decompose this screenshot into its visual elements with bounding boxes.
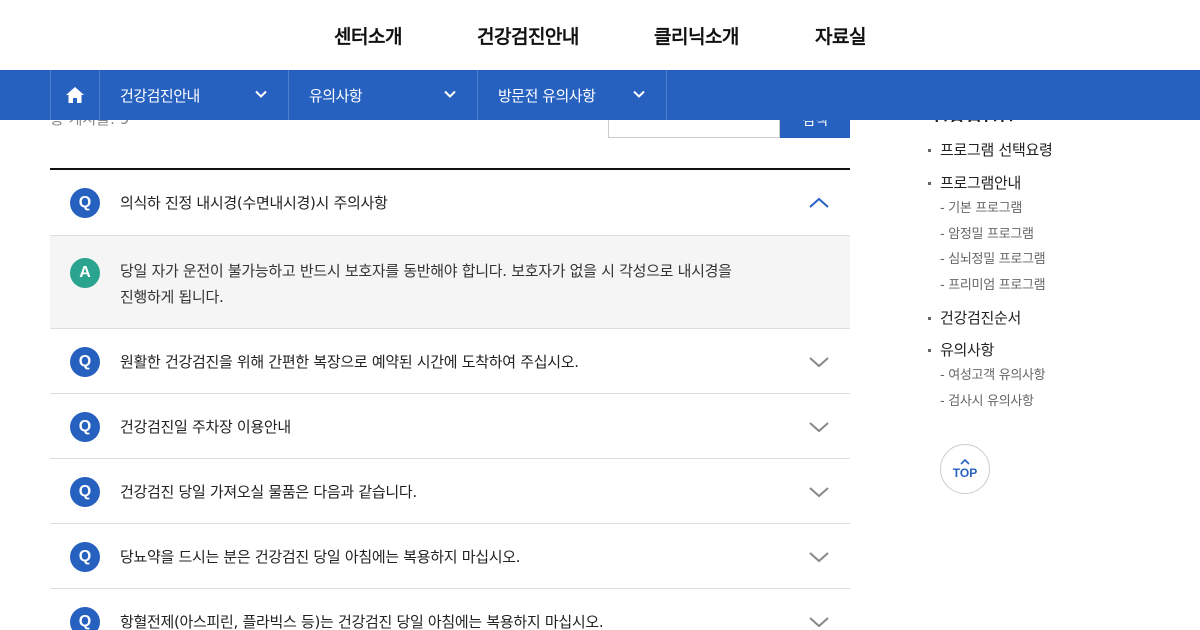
- scroll-top-button[interactable]: TOP: [940, 444, 990, 494]
- question-badge: Q: [70, 347, 100, 377]
- breadcrumb-level2-label: 유의사항: [309, 86, 363, 105]
- breadcrumb-level3-dropdown[interactable]: 방문전 유의사항: [478, 70, 667, 120]
- question-badge: Q: [70, 542, 100, 572]
- sidebar-subitem-exam-precautions[interactable]: - 검사시 유의사항: [928, 389, 1188, 415]
- chevron-down-icon[interactable]: [808, 351, 830, 373]
- faq-answer-text: 당일 자가 운전이 불가능하고 반드시 보호자를 동반해야 합니다. 보호자가 …: [120, 258, 770, 310]
- faq-question-text: 의식하 진정 내시경(수면내시경)시 주의사항: [120, 194, 388, 212]
- sidebar-subitem-cancer-program[interactable]: - 암정밀 프로그램: [928, 222, 1188, 248]
- question-badge: Q: [70, 477, 100, 507]
- sidebar-subitem-women-precautions[interactable]: - 여성고객 유의사항: [928, 363, 1188, 389]
- chevron-down-icon[interactable]: [808, 546, 830, 568]
- nav-item-resources[interactable]: 자료실: [815, 22, 866, 49]
- breadcrumb-level1-label: 건강검진안내: [120, 86, 200, 105]
- sidebar-subitem-premium-program[interactable]: - 프리미엄 프로그램: [928, 273, 1188, 299]
- faq-answer-line: 진행하게 됩니다.: [120, 288, 224, 306]
- top-navigation: 센터소개 건강검진안내 클리닉소개 자료실: [0, 0, 1200, 70]
- answer-badge: A: [70, 258, 100, 288]
- caret-up-icon: [960, 458, 970, 465]
- faq-question-row[interactable]: Q 건강검진 당일 가져오실 물품은 다음과 같습니다.: [50, 459, 850, 524]
- home-icon: [66, 87, 84, 103]
- faq-question-text: 원활한 건강검진을 위해 간편한 복장으로 예약된 시간에 도착하여 주십시오.: [120, 353, 579, 371]
- faq-question-row[interactable]: Q 당뇨약을 드시는 분은 건강검진 당일 아침에는 복용하지 마십시오.: [50, 524, 850, 589]
- chevron-down-icon: [255, 90, 267, 98]
- question-badge: Q: [70, 188, 100, 218]
- sidebar-item-program-selection[interactable]: 프로그램 선택요령: [928, 138, 1188, 163]
- faq-list: Q 의식하 진정 내시경(수면내시경)시 주의사항 A 당일 자가 운전이 불가…: [50, 168, 850, 630]
- chevron-down-icon: [633, 90, 645, 98]
- breadcrumb-level2-dropdown[interactable]: 유의사항: [289, 70, 478, 120]
- sidebar-item-precautions[interactable]: 유의사항: [928, 338, 1188, 363]
- nav-item-center-intro[interactable]: 센터소개: [334, 22, 402, 49]
- scroll-top-label: TOP: [952, 465, 978, 480]
- question-badge: Q: [70, 412, 100, 442]
- chevron-down-icon[interactable]: [808, 416, 830, 438]
- chevron-down-icon: [444, 90, 456, 98]
- sidebar-menu: 프로그램 선택요령 프로그램안내 - 기본 프로그램 - 암정밀 프로그램 - …: [928, 138, 1188, 414]
- nav-item-checkup-guide[interactable]: 건강검진안내: [477, 22, 579, 49]
- nav-item-clinic-intro[interactable]: 클리닉소개: [654, 22, 739, 49]
- faq-question-row[interactable]: Q 건강검진일 주차장 이용안내: [50, 394, 850, 459]
- breadcrumb-level3-label: 방문전 유의사항: [498, 86, 596, 105]
- sidebar-subitem-basic-program[interactable]: - 기본 프로그램: [928, 196, 1188, 222]
- chevron-down-icon[interactable]: [808, 611, 830, 630]
- faq-question-row[interactable]: Q 원활한 건강검진을 위해 간편한 복장으로 예약된 시간에 도착하여 주십시…: [50, 329, 850, 394]
- faq-answer-line: 당일 자가 운전이 불가능하고 반드시 보호자를 동반해야 합니다. 보호자가 …: [120, 262, 732, 280]
- breadcrumb-bar: 건강검진안내 유의사항 방문전 유의사항: [0, 70, 1200, 120]
- faq-answer-panel: A 당일 자가 운전이 불가능하고 반드시 보호자를 동반해야 합니다. 보호자…: [50, 236, 850, 329]
- question-badge: Q: [70, 607, 100, 630]
- chevron-down-icon[interactable]: [808, 481, 830, 503]
- faq-question-text: 건강검진 당일 가져오실 물품은 다음과 같습니다.: [120, 483, 417, 501]
- faq-question-text: 항혈전제(아스피린, 플라빅스 등)는 건강검진 당일 아침에는 복용하지 마십…: [120, 613, 604, 630]
- chevron-up-icon[interactable]: [808, 192, 830, 214]
- faq-question-row[interactable]: Q 의식하 진정 내시경(수면내시경)시 주의사항: [50, 170, 850, 236]
- faq-question-text: 당뇨약을 드시는 분은 건강검진 당일 아침에는 복용하지 마십시오.: [120, 548, 521, 566]
- sidebar-item-checkup-order[interactable]: 건강검진순서: [928, 306, 1188, 331]
- breadcrumb-level1-dropdown[interactable]: 건강검진안내: [100, 70, 289, 120]
- faq-question-row[interactable]: Q 항혈전제(아스피린, 플라빅스 등)는 건강검진 당일 아침에는 복용하지 …: [50, 589, 850, 630]
- sidebar-subitem-cardio-program[interactable]: - 심뇌정밀 프로그램: [928, 247, 1188, 273]
- faq-question-text: 건강검진일 주차장 이용안내: [120, 418, 291, 436]
- home-button[interactable]: [50, 70, 100, 120]
- sidebar-item-program-guide[interactable]: 프로그램안내: [928, 171, 1188, 196]
